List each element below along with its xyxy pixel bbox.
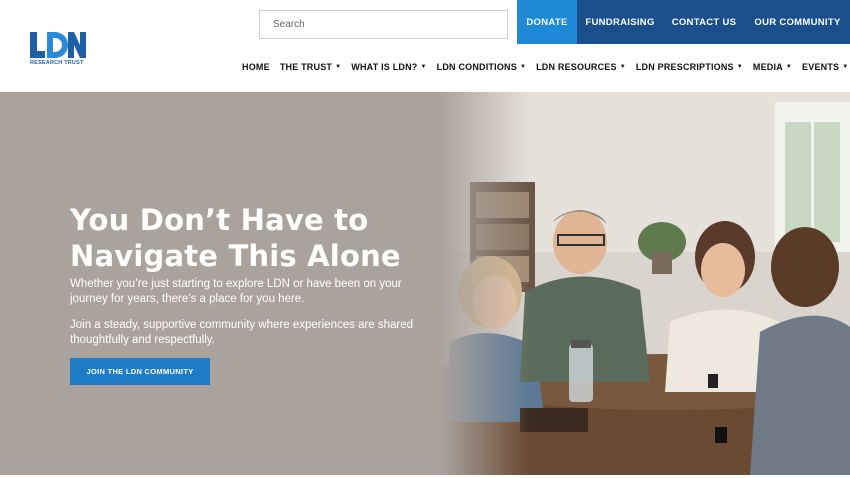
caret-down-icon: ▼ [519,64,527,70]
hero-community-text: Join a steady, supportive community wher… [70,319,414,346]
hero-title-line2: Navigate This Alone [70,239,401,273]
nav-the-trust[interactable]: THE TRUST ▼ [280,62,341,72]
contact-us-button[interactable]: CONTACT US [663,0,745,44]
nav-label: WHAT IS LDN? [351,62,418,72]
ldn-logo-mark [30,32,86,58]
nav-ldn-resources[interactable]: LDN RESOURCES ▼ [536,62,626,72]
hero-intro-text: Whether you’re just starting to explore … [70,278,402,305]
top-action-bar: DONATE FUNDRAISING CONTACT US OUR COMMUN… [517,0,850,44]
nav-label: MEDIA [752,62,783,72]
nav-label: THE TRUST [279,62,333,72]
nav-label: HOME [242,62,270,72]
nav-events[interactable]: EVENTS ▼ [802,62,848,72]
nav-label: LDN PRESCRIPTIONS [635,62,734,72]
caret-down-icon: ▼ [736,64,743,70]
caret-down-icon: ▼ [420,64,427,70]
nav-media[interactable]: MEDIA ▼ [753,62,792,72]
search-input[interactable] [260,11,507,38]
donate-button[interactable]: DONATE [517,0,577,44]
caret-down-icon: ▼ [842,64,849,70]
nav-home[interactable]: HOME [242,62,270,72]
nav-label: LDN RESOURCES [536,62,617,72]
our-community-button[interactable]: OUR COMMUNITY [745,0,850,44]
join-community-button[interactable]: JOIN THE LDN COMMUNITY [70,358,210,385]
site-header: RESEARCH TRUST DONATE FUNDRAISING CONTAC… [0,0,850,92]
nav-label: EVENTS [802,62,840,72]
search-box [259,10,508,39]
caret-down-icon: ▼ [619,64,626,70]
nav-label: LDN CONDITIONS [436,62,517,72]
fundraising-button[interactable]: FUNDRAISING [577,0,663,44]
nav-ldn-conditions[interactable]: LDN CONDITIONS ▼ [437,62,526,72]
hero-image-fade [440,92,530,475]
main-nav: HOME THE TRUST ▼ WHAT IS LDN? ▼ LDN CONDIT… [242,62,848,72]
nav-ldn-prescriptions[interactable]: LDN PRESCRIPTIONS ▼ [636,62,743,72]
ldn-logo[interactable]: RESEARCH TRUST [30,30,86,68]
hero-banner: You Don’t Have to Navigate This Alone Wh… [0,92,850,475]
caret-down-icon: ▼ [785,64,793,70]
caret-down-icon: ▼ [335,64,342,70]
hero-title: You Don’t Have to Navigate This Alone [70,202,450,274]
nav-what-is-ldn[interactable]: WHAT IS LDN? ▼ [351,62,426,72]
hero-title-line1: You Don’t Have to [70,203,369,237]
logo-subtitle: RESEARCH TRUST [30,60,84,66]
